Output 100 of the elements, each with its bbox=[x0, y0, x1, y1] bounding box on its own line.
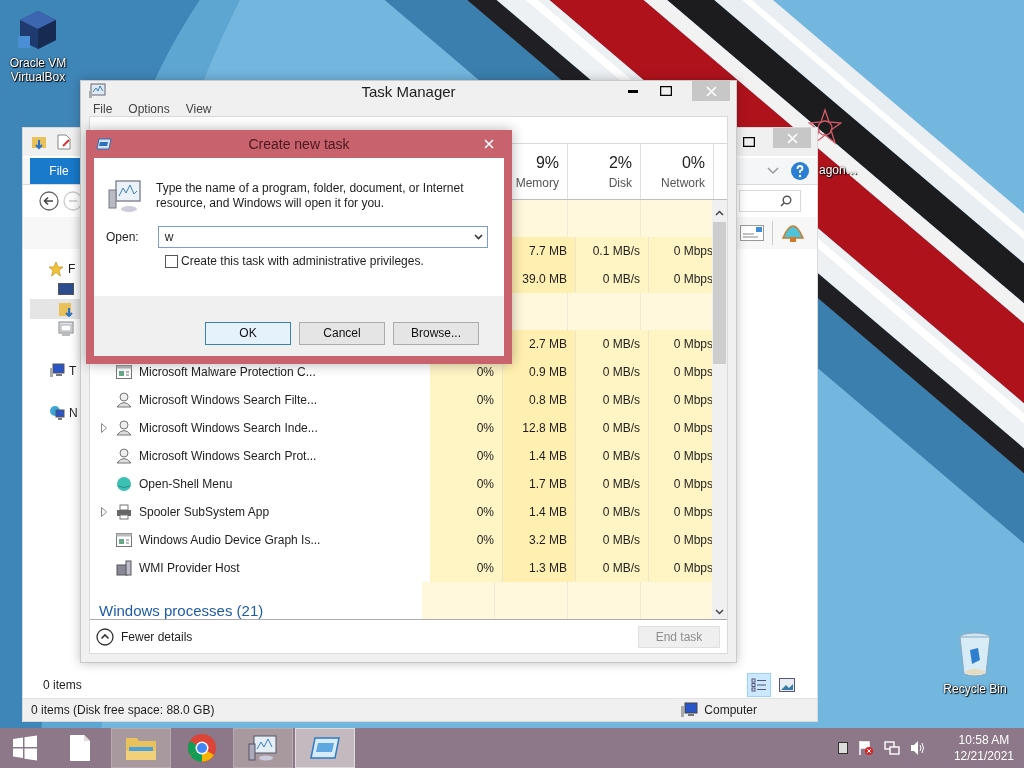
menu-item[interactable]: View bbox=[185, 101, 212, 116]
monitor-icon bbox=[58, 283, 74, 295]
globe-icon bbox=[116, 476, 132, 492]
monitor-chart-icon bbox=[248, 734, 278, 762]
disk-cell: 0 MB/s bbox=[576, 442, 649, 470]
scrollbar[interactable] bbox=[712, 200, 727, 619]
column-header[interactable]: 2% Disk bbox=[568, 144, 641, 199]
image-view-icon bbox=[779, 678, 795, 692]
browser-icon bbox=[187, 733, 217, 763]
expand-arrow-icon[interactable] bbox=[101, 423, 107, 433]
flag-error-icon[interactable] bbox=[857, 740, 874, 756]
monitor-chart-icon bbox=[108, 178, 142, 214]
process-name[interactable]: Windows Audio Device Graph Is... bbox=[139, 533, 321, 547]
network-cell: 0 Mbps bbox=[649, 526, 713, 554]
window-title: Task Manager bbox=[361, 82, 456, 100]
network-icon bbox=[49, 405, 65, 421]
disk-cell: 0 MB/s bbox=[576, 414, 649, 442]
maximize-icon[interactable] bbox=[660, 86, 672, 96]
disk-cell: 0 MB/s bbox=[576, 470, 649, 498]
disk-cell: 0.1 MB/s bbox=[576, 237, 649, 265]
nav-item[interactable]: F bbox=[30, 259, 80, 279]
dialog-message: Type the name of a program, folder, document, or Internet resource, and Windows will open it for you. bbox=[156, 181, 465, 211]
open-label: Open: bbox=[106, 230, 139, 244]
status-text: 0 items (Disk free space: 88.0 GB) bbox=[31, 703, 215, 717]
table-cell bbox=[641, 293, 713, 330]
column-header[interactable]: 0% Network bbox=[641, 144, 714, 199]
memory-cell: 3.2 MB bbox=[503, 526, 576, 554]
envelope-icon[interactable] bbox=[740, 225, 764, 241]
network-cell: 0 Mbps bbox=[649, 265, 713, 293]
memory-cell: 0.9 MB bbox=[503, 358, 576, 386]
process-name[interactable]: Microsoft Windows Search Filte... bbox=[139, 393, 318, 407]
close-icon[interactable] bbox=[484, 139, 494, 149]
person-icon bbox=[116, 392, 132, 408]
nav-item[interactable]: N bbox=[30, 403, 80, 423]
dialog-button[interactable]: Browse... bbox=[393, 321, 479, 345]
clock[interactable]: 10:58 AM 12/21/2021 bbox=[953, 732, 1014, 764]
cpu-cell: 0% bbox=[430, 470, 503, 498]
monitor-chart-icon[interactable] bbox=[88, 83, 106, 99]
cpu-cell: 0% bbox=[430, 526, 503, 554]
shell-icon[interactable] bbox=[781, 222, 805, 244]
process-name[interactable]: Microsoft Malware Protection C... bbox=[139, 365, 316, 379]
recycle-bin-icon[interactable] bbox=[958, 632, 992, 678]
network-cell: 0 Mbps bbox=[649, 414, 713, 442]
help-icon[interactable] bbox=[791, 162, 809, 180]
table-cell bbox=[641, 200, 713, 237]
taskbar-button[interactable] bbox=[295, 728, 355, 768]
speaker-icon[interactable] bbox=[909, 740, 926, 756]
checkbox-label[interactable]: Create this task with administrative privileges. bbox=[181, 254, 424, 268]
chevron-down-icon[interactable] bbox=[767, 167, 779, 175]
process-name[interactable]: Spooler SubSystem App bbox=[139, 505, 270, 519]
details-view-icon bbox=[751, 678, 767, 692]
network-cell: 0 Mbps bbox=[649, 470, 713, 498]
close-icon bbox=[786, 132, 798, 144]
person-icon bbox=[116, 448, 132, 464]
disk-cell: 0 MB/s bbox=[576, 265, 649, 293]
window-icon bbox=[116, 533, 132, 547]
open-combobox[interactable]: w bbox=[157, 226, 488, 248]
process-name[interactable]: Open-Shell Menu bbox=[139, 477, 233, 491]
minimize-icon[interactable] bbox=[628, 89, 638, 93]
printer-icon bbox=[116, 504, 132, 520]
dialog-button[interactable]: Cancel bbox=[299, 321, 385, 345]
folder-icon[interactable] bbox=[31, 134, 47, 150]
window-icon bbox=[58, 321, 74, 337]
document-icon[interactable] bbox=[57, 134, 71, 150]
process-name[interactable]: Microsoft Windows Search Prot... bbox=[139, 449, 317, 463]
cpu-cell: 0% bbox=[430, 442, 503, 470]
search-field[interactable] bbox=[739, 190, 801, 212]
scroll-down-icon[interactable] bbox=[715, 609, 724, 615]
memory-cell: 1.4 MB bbox=[503, 442, 576, 470]
group-header[interactable]: Windows processes (21) bbox=[90, 602, 264, 619]
scroll-up-icon[interactable] bbox=[715, 210, 724, 216]
disk-cell: 0 MB/s bbox=[576, 386, 649, 414]
process-name[interactable]: WMI Provider Host bbox=[139, 561, 240, 575]
nav-item[interactable]: T bbox=[30, 361, 80, 381]
process-name[interactable]: Microsoft Windows Search Inde... bbox=[139, 421, 318, 435]
nav-item[interactable] bbox=[30, 299, 80, 319]
menu-item[interactable]: Options bbox=[128, 101, 170, 116]
maximize-icon[interactable] bbox=[743, 137, 755, 147]
table-cell bbox=[641, 582, 713, 619]
fewer-details-button[interactable]: Fewer details bbox=[96, 627, 193, 646]
network-cell: 0 Mbps bbox=[649, 386, 713, 414]
expand-arrow-icon[interactable] bbox=[101, 507, 107, 517]
windows-logo-icon bbox=[12, 735, 38, 761]
taskbar-button[interactable] bbox=[233, 728, 293, 768]
network-cell: 0 Mbps bbox=[649, 554, 713, 582]
view-button[interactable] bbox=[747, 673, 771, 697]
network-icon[interactable] bbox=[883, 740, 900, 756]
back-icon[interactable] bbox=[39, 191, 59, 211]
menu-item[interactable]: File bbox=[93, 101, 113, 116]
window-icon[interactable] bbox=[96, 138, 112, 150]
memory-cell: 1.7 MB bbox=[503, 470, 576, 498]
square-icon[interactable] bbox=[837, 742, 848, 754]
disk-cell: 0 MB/s bbox=[576, 554, 649, 582]
search-icon bbox=[780, 195, 792, 207]
item-count: 0 items bbox=[43, 678, 82, 692]
desktop-icon-label[interactable]: Oracle VM VirtualBox bbox=[4, 56, 72, 84]
network-cell: 0 Mbps bbox=[649, 237, 713, 265]
checkbox[interactable] bbox=[165, 254, 178, 268]
dialog-button[interactable]: OK bbox=[205, 321, 291, 345]
folder-icon bbox=[125, 735, 157, 761]
